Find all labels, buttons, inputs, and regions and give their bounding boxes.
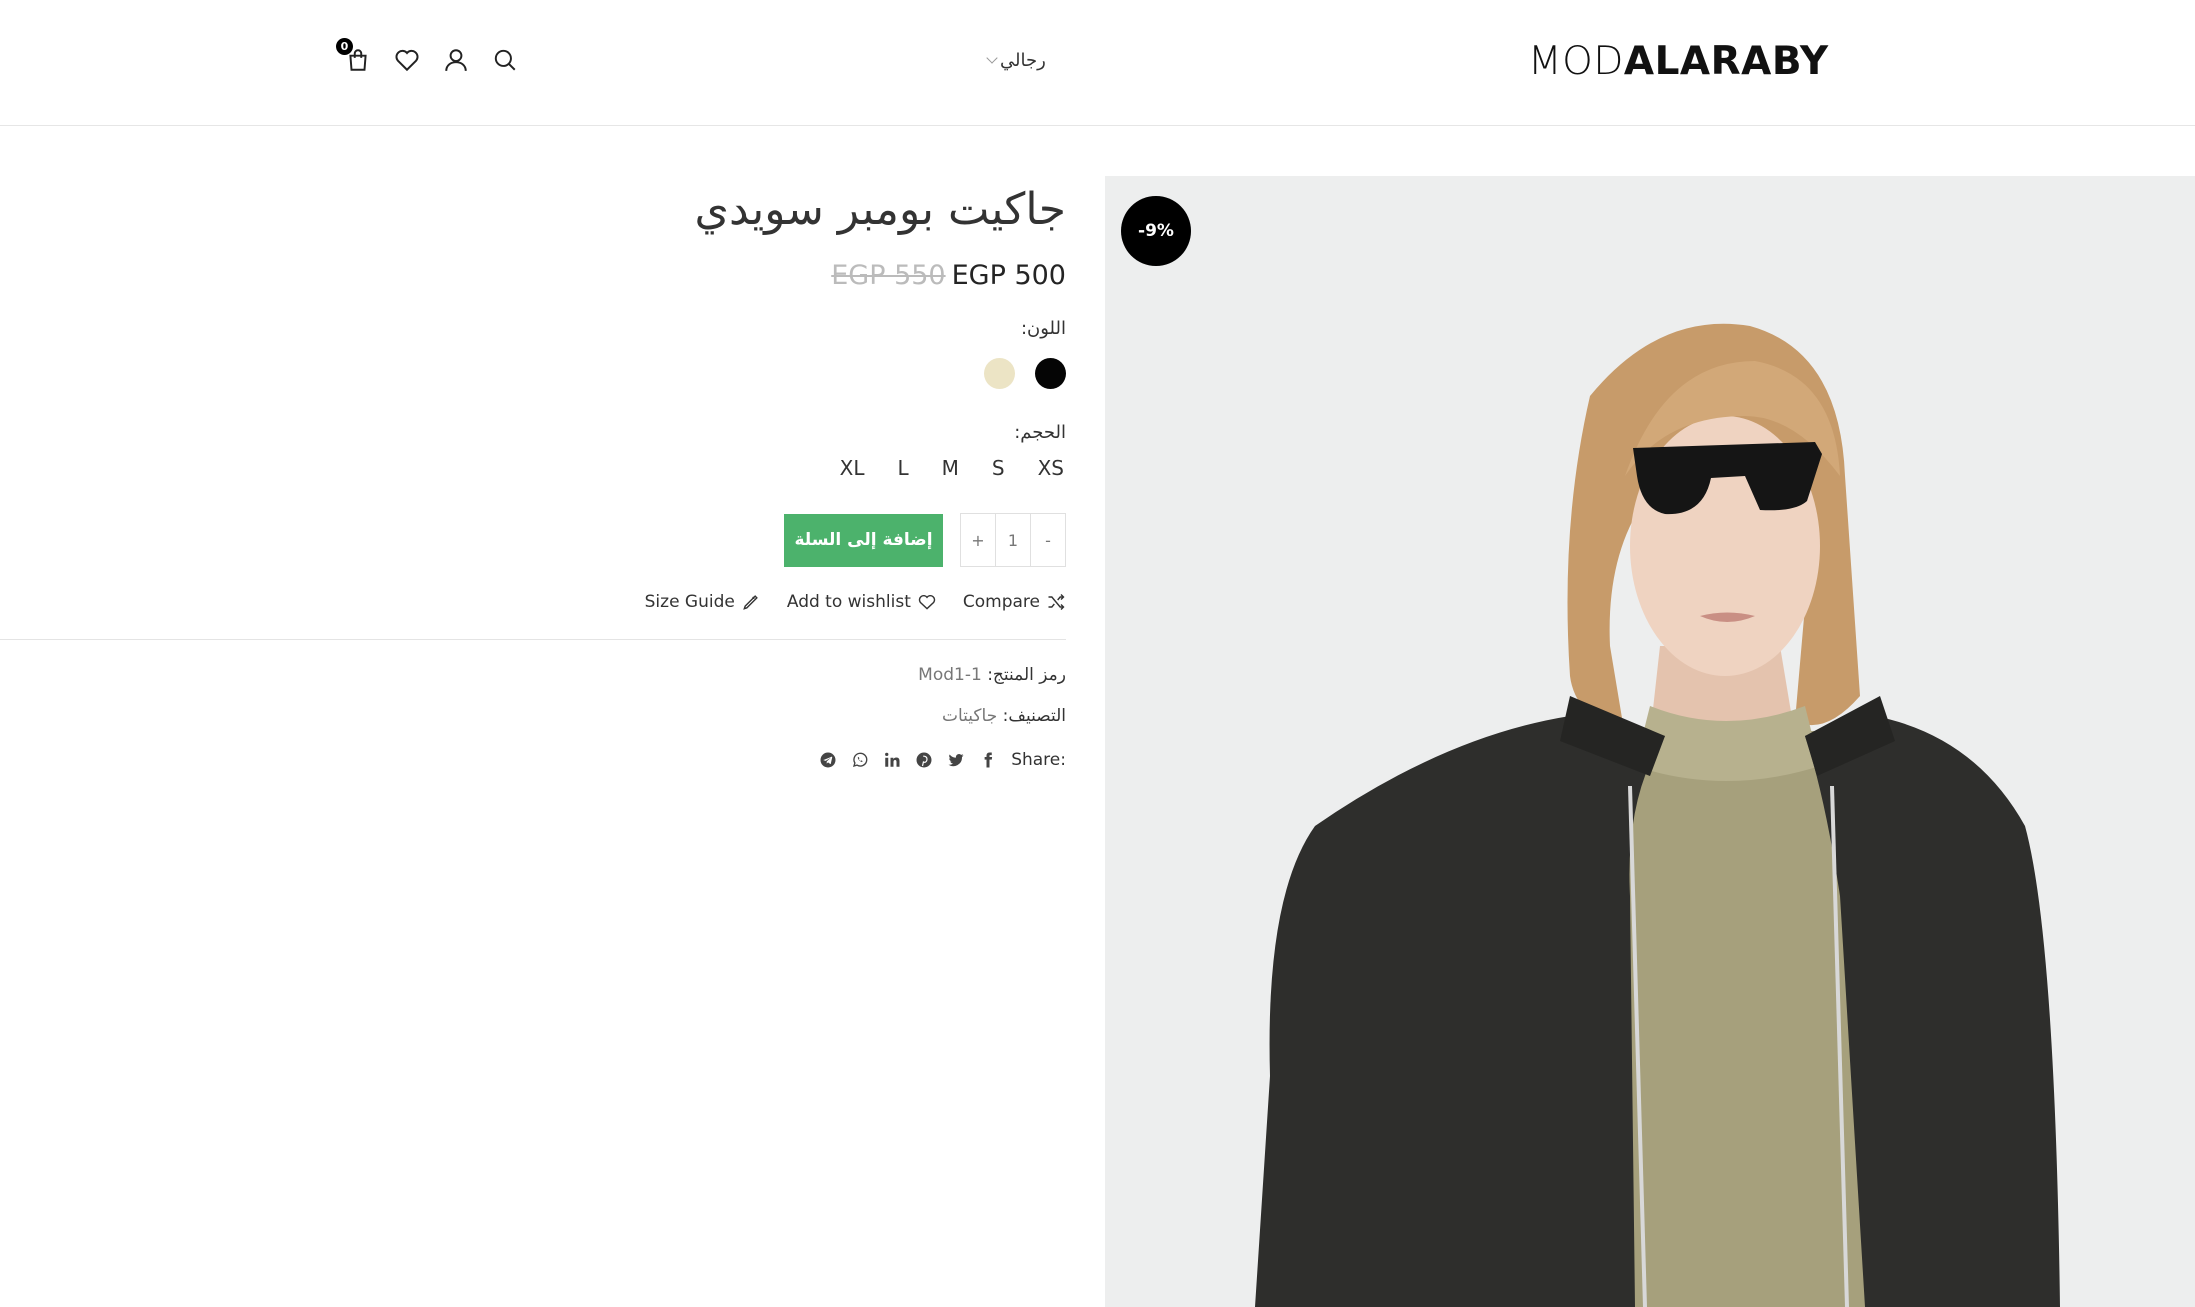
chevron-down-icon <box>986 52 998 64</box>
cart-count-badge: 0 <box>336 38 353 55</box>
sku-label: رمز المنتج: <box>987 665 1066 685</box>
product-actions: Size Guide Add to wishlist Compare <box>645 592 1066 612</box>
quantity-input[interactable]: 1 <box>995 514 1031 566</box>
price-new: EGP 500 <box>951 260 1066 291</box>
ruler-pencil-icon <box>743 595 758 610</box>
add-to-wishlist-link[interactable]: Add to wishlist <box>787 592 937 612</box>
product-sku: رمز المنتج: Mod1-1 <box>918 665 1066 685</box>
heart-icon <box>395 49 419 72</box>
category-link[interactable]: جاكيتات <box>942 706 997 726</box>
quantity-minus-button[interactable]: - <box>1031 514 1065 566</box>
category-label: التصنيف: <box>1002 706 1066 726</box>
pinterest-icon[interactable] <box>915 751 933 769</box>
facebook-icon[interactable] <box>979 751 997 769</box>
add-to-cart-row: - 1 + إضافة إلى السلة <box>784 513 1066 567</box>
color-swatch-beige[interactable] <box>984 358 1015 389</box>
whatsapp-icon[interactable] <box>851 751 869 769</box>
site-header: MODALARABY رجالي 0 <box>0 0 2195 126</box>
color-swatch-black[interactable] <box>1035 358 1066 389</box>
summary-divider <box>0 639 1066 640</box>
product-category: التصنيف: جاكيتات <box>942 706 1066 726</box>
color-label: اللون: <box>1020 318 1066 339</box>
sale-badge: -9% <box>1121 196 1191 266</box>
color-swatches <box>984 358 1066 389</box>
add-to-cart-button[interactable]: إضافة إلى السلة <box>784 513 943 567</box>
product-image[interactable] <box>1105 176 2195 1307</box>
search-icon <box>494 49 516 71</box>
share-label: Share: <box>1011 750 1066 770</box>
quantity-plus-button[interactable]: + <box>961 514 995 566</box>
site-logo[interactable]: MODALARABY <box>1528 40 1829 84</box>
telegram-icon[interactable] <box>819 751 837 769</box>
logo-light-text: MOD <box>1528 39 1624 84</box>
size-label: الحجم: <box>1014 422 1066 443</box>
product-photo-illustration <box>1105 176 2195 1307</box>
size-guide-label: Size Guide <box>644 592 735 612</box>
wishlist-button[interactable] <box>391 44 423 76</box>
logo-bold-text: ALARABY <box>1623 39 1829 84</box>
twitter-icon[interactable] <box>947 751 965 769</box>
share-row: Share: <box>819 750 1066 770</box>
size-option-l[interactable]: L <box>895 456 910 480</box>
compare-label: Compare <box>962 592 1040 612</box>
size-options: XS S M L XL <box>838 456 1066 480</box>
cart-button[interactable]: 0 <box>336 38 374 76</box>
linkedin-icon[interactable] <box>883 751 901 769</box>
price-old: EGP 550 <box>831 260 946 291</box>
size-option-m[interactable]: M <box>940 456 961 480</box>
size-guide-link[interactable]: Size Guide <box>645 592 761 612</box>
account-button[interactable] <box>440 44 472 76</box>
nav-item-men[interactable]: رجالي <box>986 47 1046 73</box>
product-price: EGP 550 EGP 500 <box>831 260 1066 291</box>
size-option-xl[interactable]: XL <box>838 456 867 480</box>
nav-item-men-label: رجالي <box>1000 49 1046 71</box>
add-to-wishlist-label: Add to wishlist <box>786 592 911 612</box>
heart-icon <box>918 595 936 610</box>
size-option-s[interactable]: S <box>990 456 1007 480</box>
size-option-xs[interactable]: XS <box>1036 456 1066 480</box>
quantity-stepper: - 1 + <box>960 513 1066 567</box>
user-icon <box>445 49 467 71</box>
sku-value: Mod1-1 <box>918 665 982 685</box>
search-button[interactable] <box>489 44 521 76</box>
shuffle-icon <box>1048 593 1065 611</box>
product-title: جاكيت بومبر سويدي <box>694 184 1067 235</box>
compare-link[interactable]: Compare <box>963 592 1066 612</box>
